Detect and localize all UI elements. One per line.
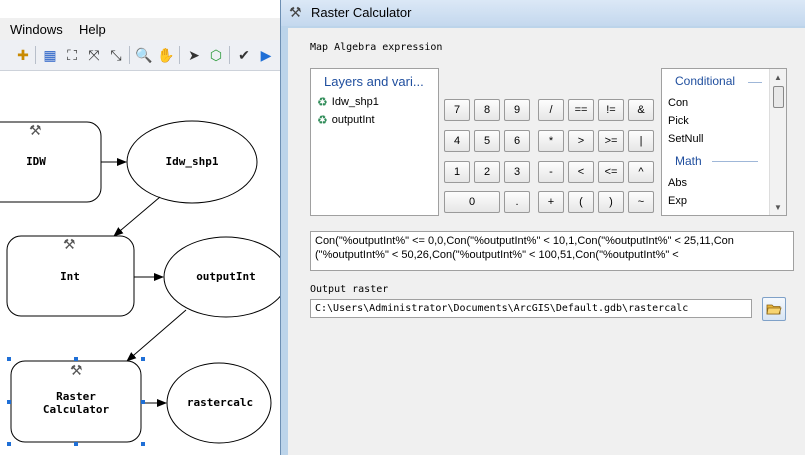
key-open-paren[interactable]: ( [568,191,594,213]
run-icon[interactable]: ▶ [257,46,275,64]
key-8[interactable]: 8 [474,99,500,121]
raster-layer-icon: ♻ [317,95,328,109]
key-less[interactable]: < [568,161,594,183]
key-xor[interactable]: ^ [628,161,654,183]
functions-header-math: Math [675,154,702,168]
functions-list[interactable]: Conditional Con Pick SetNull Math Abs Ex… [661,68,787,216]
layer-item-idw-shp1[interactable]: ♻ Idw_shp1 [317,95,379,109]
functions-scrollbar[interactable]: ▲ ▼ [769,69,786,215]
node-label-idw: IDW [26,155,46,168]
key-3[interactable]: 3 [504,161,530,183]
add-data-icon[interactable]: ✚ [14,46,32,64]
node-label-int: Int [60,270,80,283]
layer-item-outputint[interactable]: ♻ outputInt [317,113,375,127]
node-label-raster-calculator: Raster Calculator [42,390,110,416]
hammer-icon: ⚒ [63,236,76,252]
connect-icon[interactable]: ⬡ [207,46,225,64]
key-5[interactable]: 5 [474,130,500,152]
select-icon[interactable]: ➤ [185,46,203,64]
key-greater-equal[interactable]: >= [598,130,624,152]
key-1[interactable]: 1 [444,161,470,183]
zoom-out-fixed-icon[interactable]: ⤡ [107,46,125,64]
node-label-outputint: outputInt [196,270,256,283]
model-toolbar: ✚ ▦ ⛶ ⤧ ⤡ 🔍 ✋ ➤ ⬡ ✔ ▶ [0,40,280,71]
zoom-in-icon[interactable]: 🔍 [135,46,153,64]
key-greater[interactable]: > [568,130,594,152]
function-pick[interactable]: Pick [668,115,689,127]
model-builder-window: Windows Help ✚ ▦ ⛶ ⤧ ⤡ 🔍 ✋ ➤ ⬡ ✔ ▶ ⚒ ⚒ ⚒… [0,0,280,455]
key-multiply[interactable]: * [538,130,564,152]
function-con[interactable]: Con [668,97,688,109]
function-exp[interactable]: Exp [668,195,687,207]
key-and[interactable]: & [628,99,654,121]
dialog-titlebar[interactable]: ⚒ Raster Calculator [281,0,805,26]
key-less-equal[interactable]: <= [598,161,624,183]
layers-header: Layers and vari... [324,74,424,89]
connector-outputint-to-rastercalc [126,309,187,362]
key-not[interactable]: ~ [628,191,654,213]
menu-help[interactable]: Help [79,22,106,37]
output-raster-label: Output raster [310,284,389,295]
key-2[interactable]: 2 [474,161,500,183]
hammer-icon: ⚒ [70,362,83,378]
connector-idwshp1-to-int [113,196,161,237]
key-not-equal[interactable]: != [598,99,624,121]
node-label-idw-shp1: Idw_shp1 [165,155,219,168]
key-4[interactable]: 4 [444,130,470,152]
scroll-thumb[interactable] [773,86,784,108]
auto-layout-icon[interactable]: ▦ [41,46,59,64]
expression-textbox[interactable]: Con("%outputInt%" <= 0,0,Con("%outputInt… [310,231,794,271]
key-equal[interactable]: == [568,99,594,121]
key-0[interactable]: 0 [444,191,500,213]
browse-button[interactable] [762,297,786,321]
menu-bar: Windows Help [0,18,280,40]
function-abs[interactable]: Abs [668,177,687,189]
key-6[interactable]: 6 [504,130,530,152]
pan-icon[interactable]: ✋ [157,46,175,64]
raster-layer-icon: ♻ [317,113,328,127]
dialog-content: Map Algebra expression Layers and vari..… [288,28,805,455]
layers-list[interactable]: Layers and vari... ♻ Idw_shp1 ♻ outputIn… [310,68,439,216]
hammer-icon: ⚒ [289,4,302,20]
node-label-rastercalc: rastercalc [186,396,254,409]
expression-line-1: Con("%outputInt%" <= 0,0,Con("%outputInt… [315,235,734,247]
scroll-down-icon[interactable]: ▼ [770,200,786,214]
expression-line-2: ("%outputInt%" < 50,26,Con("%outputInt%"… [315,249,679,261]
zoom-in-fixed-icon[interactable]: ⤧ [85,46,103,64]
key-7[interactable]: 7 [444,99,470,121]
scroll-up-icon[interactable]: ▲ [770,70,786,84]
dialog-title: Raster Calculator [311,5,412,20]
key-decimal[interactable]: . [504,191,530,213]
map-algebra-label: Map Algebra expression [310,42,443,53]
hammer-icon: ⚒ [29,122,42,138]
raster-calculator-dialog: ⚒ Raster Calculator Map Algebra expressi… [280,0,805,455]
model-canvas[interactable]: ⚒ ⚒ ⚒ IDW Idw_shp1 Int outputInt Raster … [0,71,280,455]
key-or[interactable]: | [628,130,654,152]
validate-icon[interactable]: ✔ [235,46,253,64]
key-minus[interactable]: - [538,161,564,183]
folder-open-icon [766,304,782,315]
functions-header-conditional: Conditional [675,74,736,88]
menu-windows[interactable]: Windows [10,22,63,37]
key-close-paren[interactable]: ) [598,191,624,213]
key-divide[interactable]: / [538,99,564,121]
key-9[interactable]: 9 [504,99,530,121]
full-extent-icon[interactable]: ⛶ [63,46,81,64]
output-raster-input[interactable]: C:\Users\Administrator\Documents\ArcGIS\… [310,299,752,318]
key-plus[interactable]: + [538,191,564,213]
function-setnull[interactable]: SetNull [668,133,703,145]
